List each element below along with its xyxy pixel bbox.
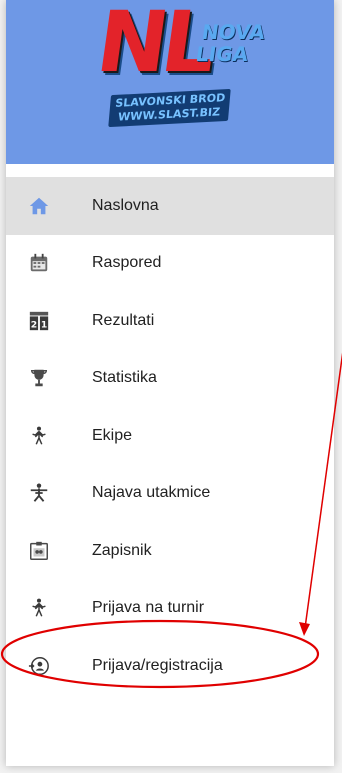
logo-liga-text: LIGA: [194, 42, 250, 66]
scoreboard-icon: 2 1: [29, 311, 49, 330]
menu-item-label: Ekipe: [92, 426, 133, 444]
logo-subtitle: SLAVONSKI BROD WWW.SLAST.BIZ: [108, 88, 232, 128]
app-logo: NL NOVA LIGA SLAVONSKI BROD WWW.SLAST.BI…: [91, 0, 267, 145]
menu-item-rezultati[interactable]: 2 1 Rezultati: [6, 292, 334, 350]
team-icon: [32, 598, 46, 617]
menu-item-prijava-na-turnir[interactable]: Prijava na turnir: [6, 580, 334, 638]
login-icon: [28, 656, 49, 675]
menu-item-raspored[interactable]: Raspored: [6, 235, 334, 293]
menu-item-najava-utakmice[interactable]: Najava utakmice: [6, 465, 334, 523]
menu-item-naslovna[interactable]: Naslovna: [6, 177, 334, 235]
menu-item-ekipe[interactable]: Ekipe: [6, 407, 334, 465]
player-icon: [30, 483, 48, 503]
team-icon: [32, 426, 46, 445]
menu-item-label: Raspored: [92, 254, 162, 272]
menu-item-prijava-registracija[interactable]: Prijava/registracija: [6, 637, 334, 695]
logo-nova-text: NOVA: [200, 20, 267, 44]
menu-item-statistika[interactable]: Statistika: [6, 350, 334, 408]
navigation-drawer: NL NOVA LIGA SLAVONSKI BROD WWW.SLAST.BI…: [6, 0, 334, 766]
svg-text:1: 1: [41, 319, 47, 330]
menu-item-label: Prijava na turnir: [92, 599, 205, 617]
menu-item-label: Najava utakmice: [92, 484, 211, 502]
menu-item-label: Rezultati: [92, 311, 155, 329]
menu-item-label: Naslovna: [92, 196, 159, 214]
drawer-menu: Naslovna Raspored 2 1 Rezultati Statisti…: [6, 177, 334, 695]
trophy-icon: [30, 370, 48, 387]
drawer-header: NL NOVA LIGA SLAVONSKI BROD WWW.SLAST.BI…: [6, 0, 334, 164]
calendar-icon: [30, 254, 48, 272]
menu-item-zapisnik[interactable]: Zapisnik: [6, 522, 334, 580]
menu-item-label: Prijava/registracija: [92, 656, 223, 674]
record-icon: [30, 541, 48, 560]
menu-item-label: Zapisnik: [92, 541, 152, 559]
home-icon: [29, 197, 49, 214]
svg-text:2: 2: [31, 319, 37, 330]
menu-item-label: Statistika: [92, 369, 157, 387]
